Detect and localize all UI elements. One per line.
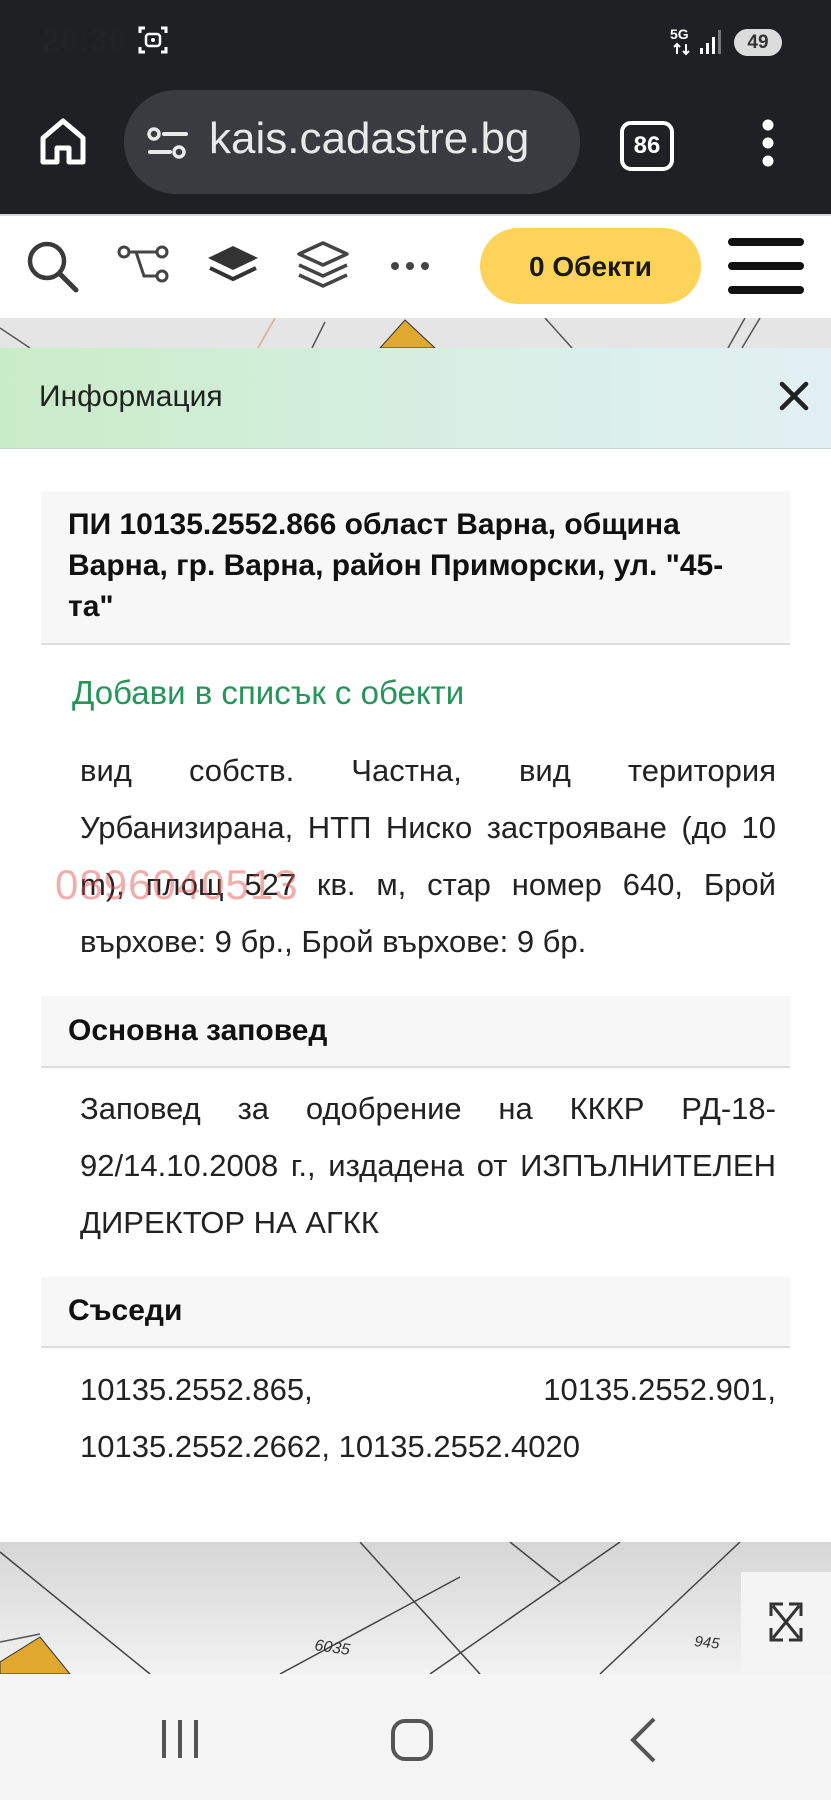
expand-icon [769, 1602, 803, 1642]
data-arrows-icon [673, 42, 690, 56]
recent-apps-icon[interactable] [158, 1718, 202, 1760]
signal-icon [700, 30, 721, 54]
layers-outline-icon[interactable] [296, 240, 350, 290]
search-icon[interactable] [25, 239, 81, 295]
property-details: вид собств. Частна, вид територия Урбани… [80, 753, 776, 959]
home-icon[interactable] [38, 116, 88, 168]
status-time: 20:30 [42, 22, 127, 58]
site-settings-icon[interactable] [146, 124, 190, 162]
main-order-text: Заповед за одобрение на КККР РД-18-92/14… [80, 1091, 776, 1240]
network-5g-label: 5G [670, 26, 689, 42]
info-panel-title: Информация [39, 380, 223, 413]
hamburger-menu-icon[interactable] [726, 236, 806, 296]
svg-text:945: 945 [694, 1633, 721, 1653]
tab-switcher-button[interactable]: 86 [620, 121, 674, 171]
map-lines-top [0, 318, 761, 348]
map-background-bottom[interactable]: 6035 945 [0, 1542, 831, 1674]
objects-button[interactable]: 0 Обекти [480, 228, 701, 304]
property-title: ПИ 10135.2552.866 област Варна, община В… [68, 508, 724, 623]
route-measure-icon[interactable] [116, 244, 172, 284]
main-order-heading: Основна заповед [68, 1014, 328, 1047]
battery-level: 49 [747, 32, 769, 53]
watermark-text: 0896040513 [55, 861, 299, 908]
neighbors-text: 10135.2552.865, 10135.2552.901, 10135.25… [80, 1372, 776, 1464]
more-dots-icon[interactable] [390, 260, 430, 272]
home-nav-icon[interactable] [390, 1718, 434, 1762]
layers-filled-icon[interactable] [206, 244, 260, 286]
map-parcel-label-b: 945 [694, 1633, 721, 1653]
browser-menu-icon[interactable] [760, 118, 776, 168]
back-icon[interactable] [628, 1716, 658, 1764]
fullscreen-button[interactable] [741, 1572, 831, 1672]
neighbors-heading: Съседи [68, 1294, 183, 1327]
map-lines-bottom: 6035 945 [0, 1542, 831, 1674]
close-icon[interactable] [776, 378, 812, 414]
screenshot-icon [138, 26, 168, 54]
map-background-top[interactable] [0, 318, 831, 348]
url-text[interactable]: kais.cadastre.bg [209, 114, 561, 164]
add-to-list-link[interactable]: Добави в списък с обекти [72, 674, 464, 712]
